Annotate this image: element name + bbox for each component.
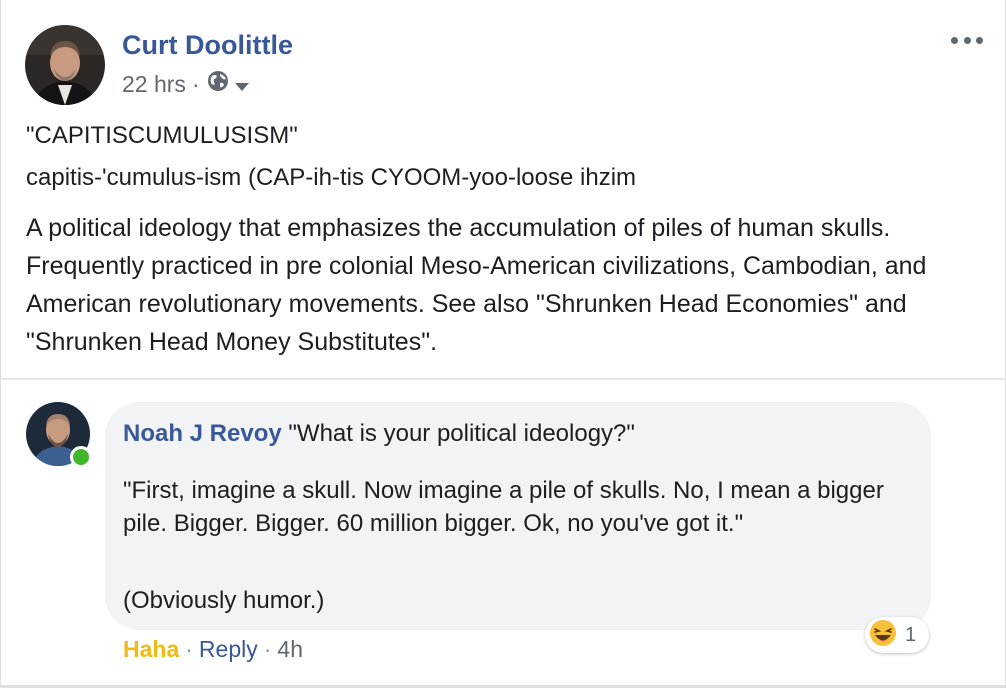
post-card: Curt Doolittle 22 hrs · "CAPITISCUMULUSI… — [0, 0, 1006, 688]
author-avatar[interactable] — [25, 25, 105, 105]
more-options-icon[interactable] — [947, 30, 987, 50]
comment-time[interactable]: 4h — [277, 636, 303, 663]
commenter-name[interactable]: Noah J Revoy — [123, 420, 282, 447]
comment-actions: Haha · Reply · 4h — [123, 636, 303, 663]
reaction-count: 1 — [905, 623, 917, 646]
globe-icon[interactable] — [207, 70, 229, 98]
reply-button[interactable]: Reply — [199, 636, 258, 663]
author-name[interactable]: Curt Doolittle — [122, 30, 293, 61]
reaction-summary[interactable]: 1 — [865, 617, 929, 653]
commenter-avatar[interactable] — [26, 402, 92, 468]
post-meta: 22 hrs · — [122, 70, 250, 98]
comment-note: (Obviously humor.) — [123, 587, 325, 614]
haha-emoji-icon — [869, 619, 897, 652]
comment-header: Noah J Revoy "What is your political ide… — [123, 420, 635, 448]
post-time[interactable]: 22 hrs — [122, 71, 186, 98]
comment-text: "First, imagine a skull. Now imagine a p… — [123, 477, 884, 537]
haha-reaction-button[interactable]: Haha — [123, 636, 179, 663]
post-title: "CAPITISCUMULUSISM" — [26, 122, 298, 149]
post-pronunciation: capitis-'cumulus-ism (CAP-ih-tis CYOOM-y… — [26, 164, 637, 191]
action-separator: · — [185, 636, 193, 662]
comments-divider — [1, 378, 1006, 380]
online-status-indicator — [70, 446, 92, 468]
meta-separator: · — [191, 70, 200, 97]
action-separator: · — [263, 636, 272, 662]
audience-dropdown-icon[interactable] — [234, 71, 250, 98]
comment-headline: "What is your political ideology?" — [288, 420, 635, 447]
post-body: A political ideology that emphasizes the… — [26, 214, 927, 356]
